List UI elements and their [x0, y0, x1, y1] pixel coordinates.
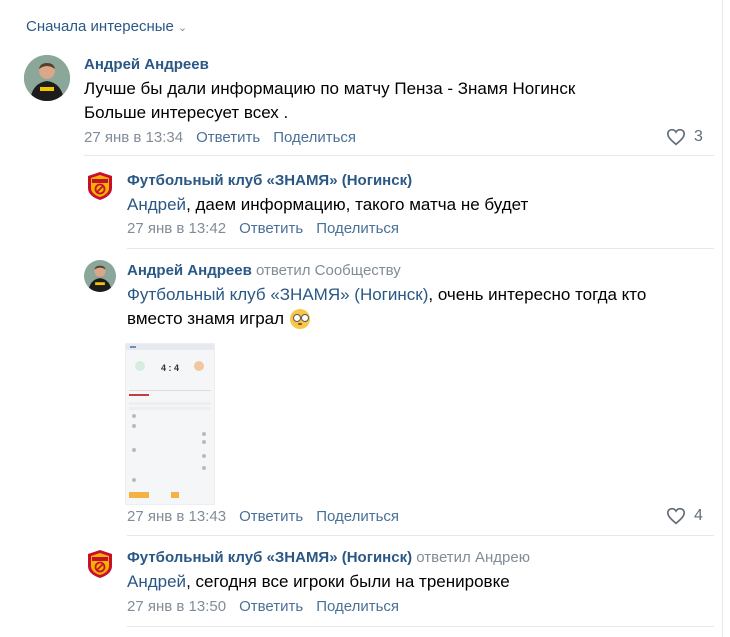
comment-text-body: , сегодня все игроки были на тренировке [186, 572, 510, 591]
like-button[interactable]: 4 [666, 507, 703, 525]
avatar[interactable] [24, 55, 70, 101]
replied-to[interactable]: ответил Сообществу [256, 262, 401, 279]
comment-text-body: вместо знамя играл [127, 309, 285, 328]
reply-button[interactable]: Ответить [239, 508, 303, 525]
attachment-score: 4 : 4 [161, 363, 179, 373]
comment-meta: 27 янв в 13:34 Ответить Поделиться [84, 129, 369, 146]
comment-text-line: Больше интересует всех . [84, 103, 289, 122]
reply-button[interactable]: Ответить [239, 598, 303, 615]
comment-meta: 27 янв в 13:43 Ответить Поделиться [127, 508, 412, 525]
comment-text-line: Лучше бы дали информацию по матчу Пенза … [84, 79, 576, 98]
flushed-face-emoji-icon [290, 309, 311, 329]
comment-date[interactable]: 27 янв в 13:42 [127, 220, 226, 237]
like-count: 4 [694, 507, 703, 524]
reply-button[interactable]: Ответить [239, 220, 303, 237]
heart-icon [666, 507, 686, 525]
comment-author[interactable]: Андрей Андреев [84, 56, 209, 73]
divider [127, 248, 714, 249]
chevron-down-icon: ⌄ [177, 22, 188, 34]
sort-label: Сначала интересные [26, 18, 174, 35]
comment-text: Футбольный клуб «ЗНАМЯ» (Ногинск), очень… [127, 283, 687, 331]
divider [127, 626, 714, 627]
divider [127, 535, 714, 536]
comment-author: Андрей Андреев ответил Сообществу [127, 262, 401, 279]
comment-meta: 27 янв в 13:50 Ответить Поделиться [127, 598, 412, 615]
screenshot-attachment[interactable]: 4 : 4 [125, 343, 215, 505]
heart-icon [666, 128, 686, 146]
share-button[interactable]: Поделиться [316, 508, 399, 525]
club-avatar[interactable] [84, 548, 116, 580]
replied-to[interactable]: ответил Андрею [416, 549, 530, 566]
comment-text-body: , очень интересно тогда кто [428, 285, 647, 304]
comment-date[interactable]: 27 янв в 13:50 [127, 598, 226, 615]
like-button[interactable]: 3 [666, 128, 703, 146]
comment-author[interactable]: Футбольный клуб «ЗНАМЯ» (Ногинск) [127, 172, 412, 189]
club-avatar[interactable] [84, 170, 116, 202]
mention-link[interactable]: Андрей [127, 195, 186, 214]
comment-date[interactable]: 27 янв в 13:43 [127, 508, 226, 525]
sort-dropdown[interactable]: Сначала интересные ⌄ [26, 18, 187, 35]
comment-date[interactable]: 27 янв в 13:34 [84, 129, 183, 146]
comment-author: Футбольный клуб «ЗНАМЯ» (Ногинск) ответи… [127, 549, 530, 566]
comment-meta: 27 янв в 13:42 Ответить Поделиться [127, 220, 412, 237]
reply-button[interactable]: Ответить [196, 129, 260, 146]
author-link[interactable]: Футбольный клуб «ЗНАМЯ» (Ногинск) [127, 549, 412, 566]
mention-link[interactable]: Футбольный клуб «ЗНАМЯ» (Ногинск) [127, 285, 428, 304]
divider [84, 155, 714, 156]
comment-text: Андрей, сегодня все игроки были на трени… [127, 570, 510, 594]
share-button[interactable]: Поделиться [316, 598, 399, 615]
comment-text: Лучше бы дали информацию по матчу Пенза … [84, 77, 575, 125]
scroll-edge [722, 0, 723, 637]
share-button[interactable]: Поделиться [273, 129, 356, 146]
avatar[interactable] [84, 260, 116, 292]
author-link[interactable]: Андрей Андреев [127, 262, 252, 279]
share-button[interactable]: Поделиться [316, 220, 399, 237]
comment-text: Андрей, даем информацию, такого матча не… [127, 193, 528, 217]
comment-text-body: , даем информацию, такого матча не будет [186, 195, 529, 214]
like-count: 3 [694, 128, 703, 145]
mention-link[interactable]: Андрей [127, 572, 186, 591]
